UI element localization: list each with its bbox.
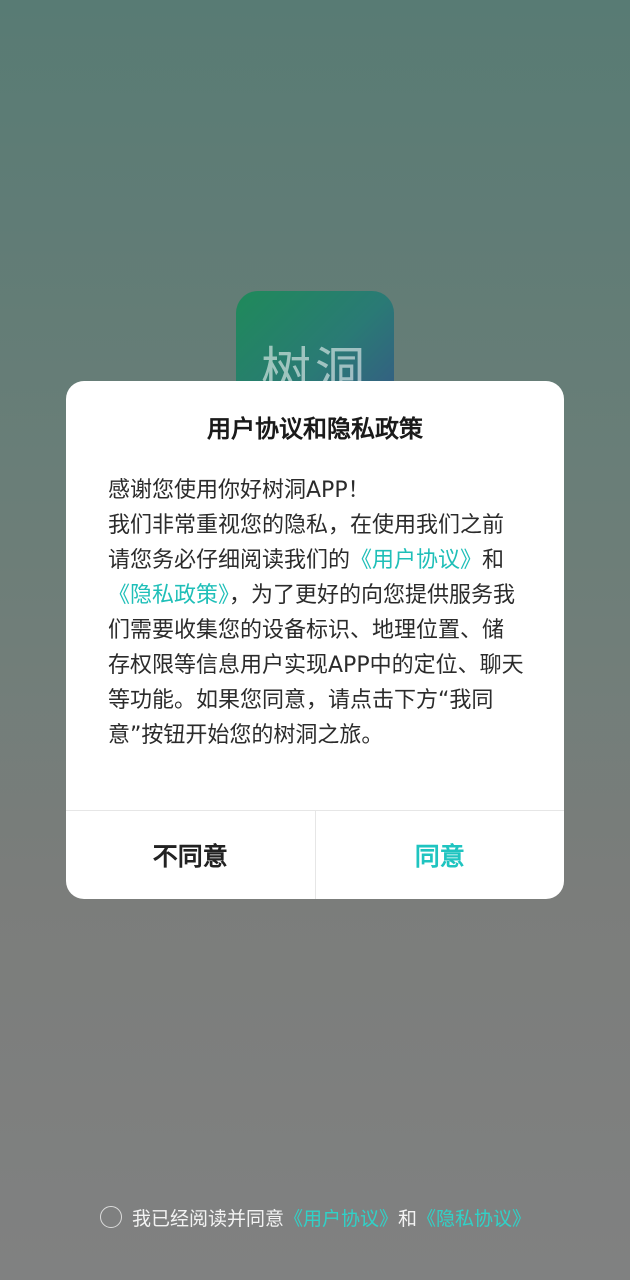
privacy-policy-link[interactable]: 《隐私政策》 [108, 583, 229, 608]
consent-and-text: 和 [398, 1207, 418, 1230]
dialog-body: 感谢您使用你好树洞APP！ 我们非常重视您的隐私，在使用我们之前请您务必仔细阅读… [108, 473, 524, 753]
consent-row: 我已经阅读并同意 《用户协议》 和 《隐私协议》 [100, 1203, 531, 1231]
consent-prefix: 我已经阅读并同意 [132, 1207, 285, 1230]
disagree-button[interactable]: 不同意 [66, 811, 316, 899]
user-agreement-link[interactable]: 《用户协议》 [350, 548, 482, 573]
dialog-greeting: 感谢您使用你好树洞APP！ [108, 478, 370, 503]
consent-radio-icon[interactable] [100, 1206, 122, 1228]
consent-user-agreement-link[interactable]: 《用户协议》 [284, 1204, 398, 1231]
privacy-dialog: 用户协议和隐私政策 感谢您使用你好树洞APP！ 我们非常重视您的隐私，在使用我们… [66, 381, 564, 899]
consent-privacy-agreement-link[interactable]: 《隐私协议》 [417, 1204, 531, 1231]
dialog-message: 我们非常重视您的隐私，在使用我们之前请您务必仔细阅读我们的《用户协议》和《隐私政… [108, 508, 524, 753]
dialog-actions: 不同意 同意 [66, 810, 564, 899]
agree-button[interactable]: 同意 [316, 811, 565, 899]
dialog-title: 用户协议和隐私政策 [207, 415, 423, 443]
dialog-and-text: 和 [482, 548, 505, 573]
